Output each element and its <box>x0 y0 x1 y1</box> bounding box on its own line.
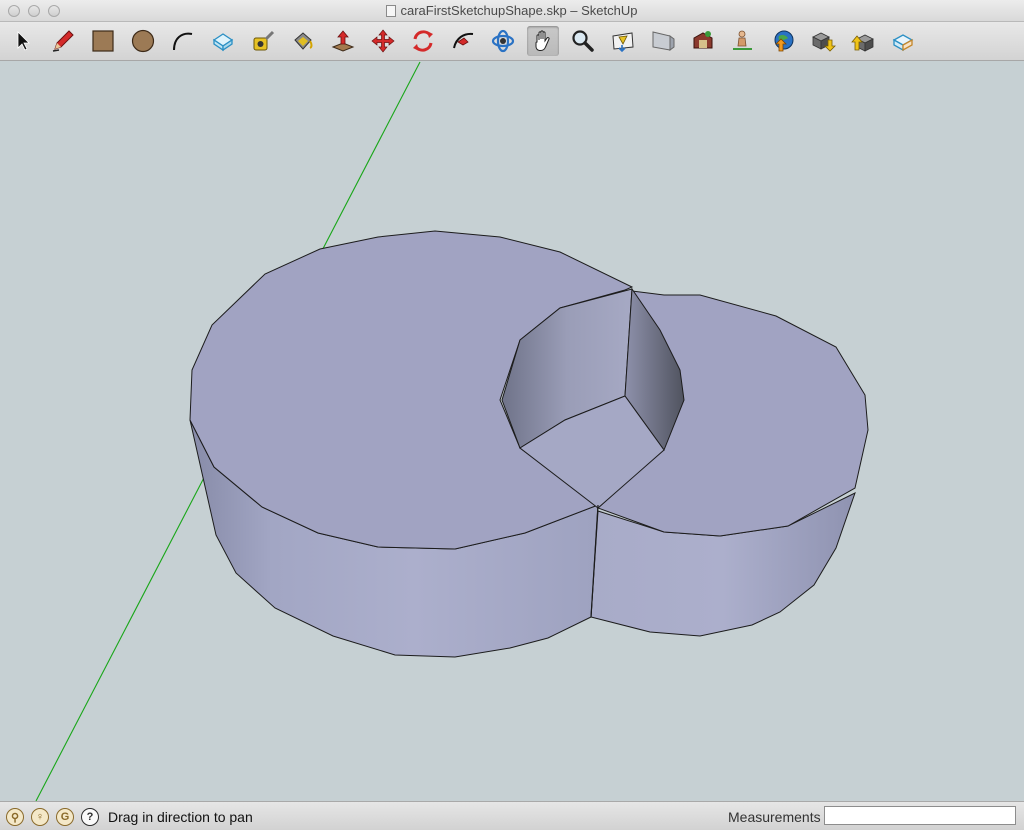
previous-view-tool[interactable] <box>647 26 679 56</box>
measurements-input[interactable] <box>824 806 1016 825</box>
rectangle-tool[interactable] <box>87 26 119 56</box>
google-signin-icon[interactable]: G <box>56 808 74 826</box>
orbit-tool[interactable] <box>487 26 519 56</box>
magnifier-icon <box>572 30 594 52</box>
title-bar: caraFirstSketchupShape.skp – SketchUp <box>0 0 1024 22</box>
status-message: Drag in direction to pan <box>108 809 253 825</box>
pencil-icon <box>52 30 74 52</box>
warehouse-icon <box>693 31 713 49</box>
push-pull-icon <box>331 30 355 52</box>
hand-icon <box>535 30 550 51</box>
arc-icon <box>173 32 193 51</box>
earth-icon <box>774 30 794 52</box>
push-pull-tool[interactable] <box>327 26 359 56</box>
tape-measure-tool[interactable] <box>247 26 279 56</box>
main-toolbar <box>0 22 1024 61</box>
tape-measure-icon <box>253 30 275 51</box>
document-icon <box>386 5 397 17</box>
arrow-cursor-icon <box>17 31 30 51</box>
orbit-icon <box>491 29 515 53</box>
follow-me-tool[interactable] <box>447 26 479 56</box>
model-canvas[interactable] <box>0 61 1024 802</box>
get-models-tool[interactable] <box>807 26 839 56</box>
select-tool[interactable] <box>7 26 39 56</box>
rotate-tool[interactable] <box>407 26 439 56</box>
share-model-icon <box>851 34 874 52</box>
paint-bucket-tool[interactable] <box>287 26 319 56</box>
geo-location-icon[interactable]: ⚲ <box>6 808 24 826</box>
help-icon[interactable]: ? <box>81 808 99 826</box>
rotate-icon <box>413 30 433 52</box>
move-tool[interactable] <box>367 26 399 56</box>
pencil-tool[interactable] <box>47 26 79 56</box>
position-camera-icon <box>733 30 752 50</box>
move-arrows-icon <box>371 29 395 53</box>
share-model-tool[interactable] <box>847 26 879 56</box>
warehouse-tool[interactable] <box>687 26 719 56</box>
circle-icon <box>131 29 155 53</box>
circle-tool[interactable] <box>127 26 159 56</box>
credits-icon[interactable]: ♀ <box>31 808 49 826</box>
rectangle-icon <box>92 30 114 52</box>
make-component-tool[interactable] <box>207 26 239 56</box>
component-icon <box>212 33 234 52</box>
window-title-area: caraFirstSketchupShape.skp – SketchUp <box>0 3 1024 18</box>
arc-tool[interactable] <box>167 26 199 56</box>
previous-view-icon <box>652 31 675 51</box>
paint-bucket-icon <box>294 32 313 50</box>
google-earth-tool[interactable] <box>767 26 799 56</box>
position-camera-tool[interactable] <box>727 26 759 56</box>
extension-icon <box>892 34 914 52</box>
extension-warehouse-tool[interactable] <box>887 26 919 56</box>
pan-tool[interactable] <box>527 26 559 56</box>
measurements-label: Measurements <box>728 809 821 825</box>
zoom-extents-icon <box>612 32 634 53</box>
window-title: caraFirstSketchupShape.skp – SketchUp <box>400 3 638 18</box>
modeling-viewport[interactable] <box>0 61 1024 802</box>
zoom-extents-tool[interactable] <box>607 26 639 56</box>
zoom-tool[interactable] <box>567 26 599 56</box>
status-bar: ⚲ ♀ G ? Drag in direction to pan Measure… <box>0 801 1024 830</box>
get-models-icon <box>812 32 836 52</box>
follow-me-icon <box>453 32 474 49</box>
